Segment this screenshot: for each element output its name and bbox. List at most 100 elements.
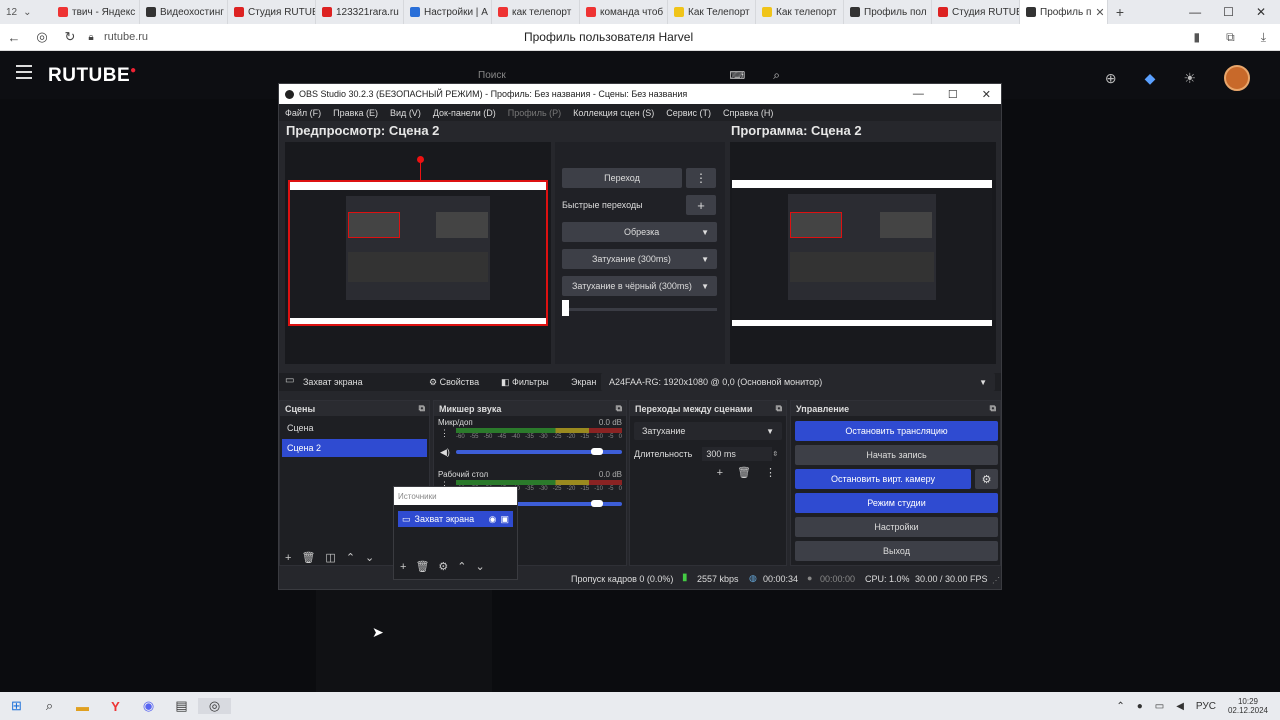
obs-menu-item[interactable]: Док-панели (D): [433, 108, 496, 118]
start-recording-button[interactable]: Начать запись: [795, 445, 998, 465]
preview-source-bounds[interactable]: [288, 180, 548, 326]
obs-menu-item[interactable]: Сервис (T): [666, 108, 711, 118]
quick-transition-fade[interactable]: Затухание (300ms) ▼: [562, 249, 717, 269]
reload-icon[interactable]: ↻: [56, 29, 84, 45]
browser-tab[interactable]: команда чтоб: [580, 0, 668, 24]
tbar-track[interactable]: [562, 308, 717, 311]
obs-menu-item[interactable]: Правка (E): [333, 108, 378, 118]
exit-button[interactable]: Выход: [795, 541, 998, 561]
obs-close-icon[interactable]: ✕: [982, 88, 991, 101]
shield-icon[interactable]: ◎: [28, 29, 56, 45]
channel-menu-icon[interactable]: ⋮: [440, 428, 449, 439]
clock[interactable]: 10:29 02.12.2024: [1228, 697, 1268, 715]
tray-chevron-icon[interactable]: ⌃: [1116, 701, 1124, 712]
notepad-icon[interactable]: ▤: [165, 698, 198, 714]
transition-menu-icon[interactable]: ⋮: [686, 168, 716, 188]
language-indicator[interactable]: РУС: [1196, 701, 1216, 712]
undock-icon[interactable]: ⧉: [776, 403, 782, 414]
maximize-icon[interactable]: ☐: [1223, 5, 1234, 19]
search-input[interactable]: Поиск ⌨ ⌕: [470, 66, 780, 84]
tab-close-icon[interactable]: ✕: [1095, 6, 1104, 19]
keyboard-icon[interactable]: ⌨: [729, 69, 745, 82]
browser-tab[interactable]: как телепорт: [492, 0, 580, 24]
obs-taskbar-icon[interactable]: ◎: [198, 698, 231, 714]
move-down-icon[interactable]: ⌄: [476, 560, 485, 573]
gem-icon[interactable]: ◆: [1145, 70, 1156, 87]
undock-icon[interactable]: ⧉: [616, 403, 622, 414]
quick-transition-fade-black[interactable]: Затухание в чёрный (300ms) ▼: [562, 276, 717, 296]
browser-tab[interactable]: Настройки | А: [404, 0, 492, 24]
browser-tab[interactable]: Как Телепорт: [668, 0, 756, 24]
duration-stepper-icon[interactable]: ⇳: [772, 450, 778, 458]
add-quick-transition-icon[interactable]: +: [686, 195, 716, 215]
microphone-icon[interactable]: ●: [1137, 701, 1143, 712]
browser-tab[interactable]: Студия RUTUBE: [228, 0, 316, 24]
browser-tab[interactable]: Видеохостинг: [140, 0, 228, 24]
undock-icon[interactable]: ⧉: [419, 403, 425, 414]
volume-icon[interactable]: ◀: [1176, 701, 1184, 712]
lock-icon[interactable]: 🔒︎: [84, 32, 98, 43]
download-icon[interactable]: ⤓: [1261, 30, 1266, 45]
source-settings-icon[interactable]: ⚙: [438, 560, 448, 573]
speaker-icon[interactable]: ◀): [440, 447, 450, 458]
add-scene-icon[interactable]: +: [285, 552, 291, 564]
url-field[interactable]: rutube.ru: [104, 31, 524, 43]
visibility-eye-icon[interactable]: ◉: [489, 514, 497, 525]
preview-area[interactable]: [285, 142, 551, 364]
discord-icon[interactable]: ◉: [132, 698, 165, 714]
move-up-icon[interactable]: ⌃: [346, 551, 355, 564]
scene-item[interactable]: Сцена: [282, 419, 427, 437]
browser-tab[interactable]: твич - Яндекс: [52, 0, 140, 24]
close-icon[interactable]: ✕: [1256, 5, 1266, 19]
vcam-settings-gear-icon[interactable]: ⚙: [975, 469, 998, 489]
search-icon[interactable]: ⌕: [773, 68, 780, 83]
source-item[interactable]: ▭ Захват экрана ◉ ▣: [398, 511, 513, 527]
upload-icon[interactable]: ⊕: [1105, 70, 1117, 87]
undock-icon[interactable]: ⧉: [990, 403, 996, 414]
stop-virtual-camera-button[interactable]: Остановить вирт. камеру: [795, 469, 971, 489]
filters-button[interactable]: ◧ Фильтры: [501, 377, 549, 388]
back-icon[interactable]: ←: [0, 30, 28, 45]
remove-source-icon[interactable]: 🗑︎: [415, 560, 429, 573]
screen-select[interactable]: A24FAA-RG: 1920x1080 @ 0,0 (Основной мон…: [601, 373, 995, 391]
properties-button[interactable]: ⚙ Свойства: [429, 377, 479, 388]
obs-menu-item[interactable]: Вид (V): [390, 108, 421, 118]
scene-item[interactable]: Сцена 2: [282, 439, 427, 457]
resize-grip-icon[interactable]: ⋰: [992, 576, 1000, 585]
browser-tab[interactable]: Студия RUTUB: [932, 0, 1020, 24]
hamburger-menu-icon[interactable]: [16, 65, 32, 79]
browser-tab[interactable]: Профиль пол: [844, 0, 932, 24]
volume-slider-knob[interactable]: [591, 448, 603, 455]
remove-transition-icon[interactable]: 🗑︎: [737, 466, 751, 479]
obs-menu-item[interactable]: Файл (F): [285, 108, 321, 118]
avatar[interactable]: [1224, 65, 1250, 91]
transition-type-select[interactable]: Затухание ▼: [634, 422, 782, 440]
minimize-icon[interactable]: —: [1189, 5, 1201, 19]
network-icon[interactable]: ▭: [1155, 701, 1164, 712]
tab-list-icon[interactable]: ⌄: [23, 7, 31, 18]
start-windows-icon[interactable]: ⊞: [0, 698, 33, 714]
settings-button[interactable]: Настройки: [795, 517, 998, 537]
obs-maximize-icon[interactable]: ☐: [948, 88, 958, 101]
extensions-icon[interactable]: ⧉: [1226, 30, 1235, 45]
volume-slider-knob[interactable]: [591, 500, 603, 507]
studio-mode-button[interactable]: Режим студии: [795, 493, 998, 513]
scene-filters-icon[interactable]: ◫: [325, 551, 335, 564]
yandex-browser-icon[interactable]: Y: [99, 699, 132, 714]
bookmark-icon[interactable]: ▮: [1194, 30, 1201, 45]
remove-scene-icon[interactable]: 🗑︎: [301, 551, 315, 564]
add-source-icon[interactable]: +: [400, 561, 406, 573]
folder-icon[interactable]: ▬: [66, 699, 99, 714]
lock-icon[interactable]: ▣: [500, 514, 509, 525]
stop-stream-button[interactable]: Остановить трансляцию: [795, 421, 998, 441]
transition-button[interactable]: Переход: [562, 168, 682, 188]
obs-menu-item[interactable]: Справка (H): [723, 108, 773, 118]
duration-input[interactable]: 300 ms: [702, 447, 773, 461]
transition-menu-icon[interactable]: ⋮: [765, 466, 776, 479]
quick-transition-crop[interactable]: Обрезка ▼: [562, 222, 717, 242]
obs-menu-item[interactable]: Коллекция сцен (S): [573, 108, 654, 118]
browser-tab[interactable]: Как телепорт: [756, 0, 844, 24]
move-up-icon[interactable]: ⌃: [457, 560, 466, 573]
obs-menu-item[interactable]: Профиль (P): [508, 108, 561, 118]
rutube-logo[interactable]: RUTUBE●: [48, 65, 137, 87]
